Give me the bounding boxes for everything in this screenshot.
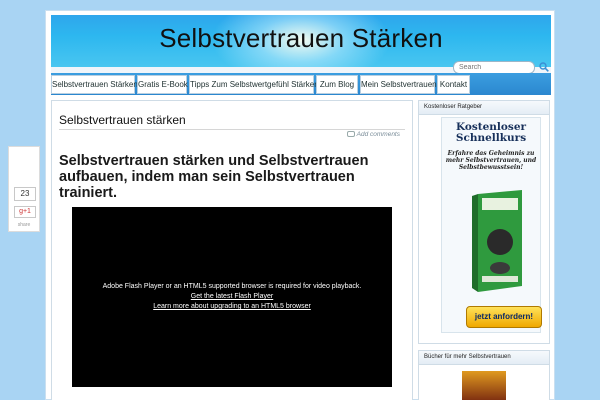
comment-icon	[346, 131, 355, 137]
nav-item-tipps[interactable]: Tipps Zum Selbstwertgefühl Stärken	[189, 75, 319, 94]
widget-title: Kostenloser Ratgeber	[419, 101, 549, 115]
sidebar-widget-ratgeber: Kostenloser Ratgeber Kostenloser Schnell…	[418, 100, 550, 344]
share-label: share	[17, 222, 31, 228]
post-title[interactable]: Selbstvertrauen stärken	[59, 113, 186, 127]
video-message: Adobe Flash Player or an HTML5 supported…	[102, 283, 362, 290]
nav-item-mein-selbstvertrauen[interactable]: Mein Selbstvertrauen	[360, 75, 437, 94]
ad-title: Kostenloser Schnellkurs	[455, 121, 527, 144]
nav-item-selbstvertrauen-staerken[interactable]: Selbstvertrauen Stärken	[51, 75, 138, 94]
video-player[interactable]: Adobe Flash Player or an HTML5 supported…	[72, 207, 392, 387]
page-container: Selbstvertrauen Stärken Selbstvertrauen …	[45, 10, 555, 400]
flash-player-link[interactable]: Get the latest Flash Player	[72, 293, 392, 300]
nav-item-gratis-ebook[interactable]: Gratis E-Book	[137, 75, 188, 94]
search-icon[interactable]	[539, 62, 549, 72]
ad-subtitle: Erfahre das Geheimnis zu mehr Selbstvert…	[445, 150, 537, 171]
html5-browser-link[interactable]: Learn more about upgrading to an HTML5 b…	[72, 303, 392, 310]
nav-item-blog[interactable]: Zum Blog	[316, 75, 358, 94]
add-comments-link[interactable]: Add comments	[346, 131, 400, 138]
ebook-cover-image	[472, 190, 522, 292]
site-header: Selbstvertrauen Stärken	[51, 15, 551, 67]
schnellkurs-ad[interactable]: Kostenloser Schnellkurs Erfahre das Gehe…	[441, 117, 542, 333]
add-comments-label: Add comments	[356, 131, 400, 138]
ad-order-button[interactable]: jetzt anfordern!	[466, 306, 542, 328]
main-nav: Selbstvertrauen Stärken Gratis E-Book Ti…	[51, 73, 551, 95]
book-thumbnail[interactable]	[462, 371, 506, 400]
title-divider	[59, 129, 405, 130]
google-plus-button[interactable]: g+1	[14, 206, 36, 218]
share-count[interactable]: 23	[14, 187, 36, 201]
nav-item-kontakt[interactable]: Kontakt	[437, 75, 470, 94]
main-content: Selbstvertrauen stärken Add comments Sel…	[51, 100, 413, 400]
post-headline: Selbstvertrauen stärken und Selbstvertra…	[59, 153, 369, 201]
share-widget: 23 g+1 share	[8, 146, 40, 232]
widget-title: Bücher für mehr Selbstvertrauen	[419, 351, 549, 365]
sidebar-widget-buecher: Bücher für mehr Selbstvertrauen	[418, 350, 550, 400]
site-title[interactable]: Selbstvertrauen Stärken	[51, 23, 551, 54]
